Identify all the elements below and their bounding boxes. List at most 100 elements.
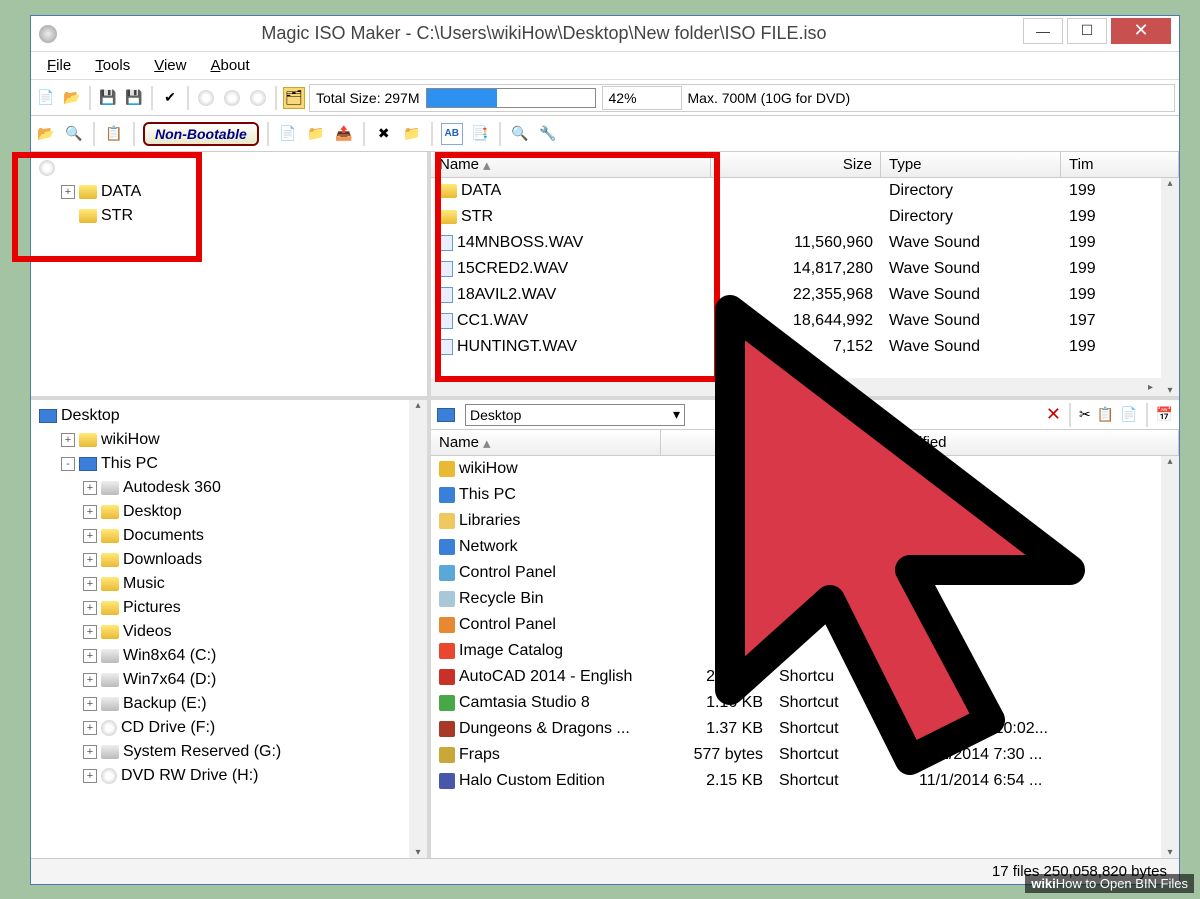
save-icon[interactable]: 💾 [97, 87, 119, 109]
close-button[interactable]: ✕ [1111, 18, 1171, 44]
hscrollbar[interactable]: ▸ [431, 378, 1161, 396]
copy-icon[interactable]: 📋 [1097, 406, 1114, 423]
table-row[interactable]: CC1.WAV18,644,992Wave Sound197 [431, 308, 1179, 334]
new-icon[interactable]: 📄 [35, 87, 57, 109]
maximize-button[interactable]: ☐ [1067, 18, 1107, 44]
fs-tree-item[interactable]: +Music [39, 572, 427, 596]
fs-tree-item[interactable]: +DVD RW Drive (H:) [39, 764, 427, 788]
table-row[interactable]: Control Panel [431, 560, 1179, 586]
fs-tree-item[interactable]: +Win7x64 (D:) [39, 668, 427, 692]
view-icon[interactable]: 📅 [1156, 406, 1173, 423]
col-time[interactable]: Tim [1061, 152, 1179, 177]
iso-tree-item[interactable]: STR [39, 204, 427, 228]
fs-tree-item[interactable]: +Pictures [39, 596, 427, 620]
col-size[interactable]: ↖Size [661, 430, 771, 455]
expand-icon[interactable]: + [83, 601, 97, 615]
delete-icon[interactable]: ✖ [373, 123, 395, 145]
table-row[interactable]: 18AVIL2.WAV22,355,968Wave Sound199 [431, 282, 1179, 308]
table-row[interactable]: DATADirectory199 [431, 178, 1179, 204]
expand-icon[interactable]: + [83, 505, 97, 519]
expand-icon[interactable]: + [83, 481, 97, 495]
location-combo[interactable]: Desktop [465, 404, 685, 426]
fs-tree-item[interactable]: +wikiHow [39, 428, 427, 452]
check-icon[interactable]: ✔ [159, 87, 181, 109]
iso-tree-root[interactable] [39, 156, 427, 180]
table-row[interactable]: Control Panel [431, 612, 1179, 638]
cut-icon[interactable]: ✂ [1079, 406, 1091, 423]
table-row[interactable]: STRDirectory199 [431, 204, 1179, 230]
fs-tree-root[interactable]: Desktop [39, 404, 427, 428]
fs-tree-item[interactable]: +Win8x64 (C:) [39, 644, 427, 668]
paste-icon[interactable]: 📄 [1120, 406, 1137, 423]
expand-icon[interactable]: + [83, 553, 97, 567]
col-type[interactable]: Type [881, 152, 1061, 177]
table-row[interactable]: wikiHow [431, 456, 1179, 482]
disc-icon[interactable] [195, 87, 217, 109]
menu-file[interactable]: File [37, 55, 81, 76]
table-row[interactable]: Image Catalog [431, 638, 1179, 664]
table-row[interactable]: Camtasia Studio 81.16 KBShortcut11/1/2 [431, 690, 1179, 716]
fs-tree-item[interactable]: +Backup (E:) [39, 692, 427, 716]
disc3-icon[interactable] [247, 87, 269, 109]
up-icon[interactable]: 📂 [35, 123, 57, 145]
newfolder-icon[interactable]: 📁 [401, 123, 423, 145]
expand-icon[interactable]: + [83, 697, 97, 711]
expand-icon[interactable]: + [83, 769, 97, 783]
expand-icon[interactable]: + [83, 625, 97, 639]
table-row[interactable]: HUNTINGT.WAV7,152Wave Sound199 [431, 334, 1179, 360]
expand-icon[interactable]: + [83, 649, 97, 663]
fs-tree-item[interactable]: +Downloads [39, 548, 427, 572]
expand-icon[interactable]: - [61, 457, 75, 471]
add-folder-icon[interactable]: 📁 [305, 123, 327, 145]
table-row[interactable]: AutoCAD 2014 - English2.07 KBShortcu11/2 [431, 664, 1179, 690]
fs-tree-item[interactable]: +Videos [39, 620, 427, 644]
col-type[interactable] [771, 430, 911, 455]
table-row[interactable]: Dungeons & Dragons ...1.37 KBShortcut12/… [431, 716, 1179, 742]
search-icon[interactable]: 🔍 [63, 123, 85, 145]
find-icon[interactable]: 🔍 [509, 123, 531, 145]
vscrollbar[interactable]: ▴▾ [409, 400, 427, 858]
delete-icon[interactable]: ✕ [1046, 404, 1061, 425]
expand-icon[interactable]: + [83, 673, 97, 687]
fs-tree-item[interactable]: +Documents [39, 524, 427, 548]
extract-icon[interactable]: 📤 [333, 123, 355, 145]
fs-tree-item[interactable]: -This PC [39, 452, 427, 476]
table-row[interactable]: Halo Custom Edition2.15 KBShortcut11/1/2… [431, 768, 1179, 794]
expand-icon[interactable]: + [83, 529, 97, 543]
vscrollbar[interactable]: ▴▾ [1161, 456, 1179, 858]
table-row[interactable]: Libraries [431, 508, 1179, 534]
bootable-badge[interactable]: Non-Bootable [143, 122, 259, 146]
expand-icon[interactable]: + [61, 185, 75, 199]
folders-icon[interactable]: 🗂 [283, 87, 305, 109]
table-row[interactable]: Fraps577 bytesShortcut11/1/2014 7:30 ... [431, 742, 1179, 768]
minimize-button[interactable]: — [1023, 18, 1063, 44]
fs-tree-item[interactable]: +CD Drive (F:) [39, 716, 427, 740]
fs-tree-item[interactable]: +System Reserved (G:) [39, 740, 427, 764]
col-modified[interactable]: ified [911, 430, 1179, 455]
expand-icon[interactable]: + [83, 745, 97, 759]
table-row[interactable]: Network [431, 534, 1179, 560]
table-row[interactable]: 14MNBOSS.WAV11,560,960Wave Sound199 [431, 230, 1179, 256]
menu-tools[interactable]: Tools [85, 55, 140, 76]
expand-icon[interactable]: + [61, 433, 75, 447]
fs-tree-item[interactable]: +Desktop [39, 500, 427, 524]
table-row[interactable]: 15CRED2.WAV14,817,280Wave Sound199 [431, 256, 1179, 282]
disc2-icon[interactable] [221, 87, 243, 109]
expand-icon[interactable]: + [83, 721, 97, 735]
add-file-icon[interactable]: 📄 [277, 123, 299, 145]
prop-icon[interactable]: 📋 [103, 123, 125, 145]
vscrollbar[interactable]: ▴▾ [1161, 178, 1179, 396]
tool-icon[interactable]: 🔧 [537, 123, 559, 145]
refresh-icon[interactable]: 📑 [469, 123, 491, 145]
col-size[interactable]: Size [711, 152, 881, 177]
table-row[interactable]: This PC [431, 482, 1179, 508]
menu-view[interactable]: View [144, 55, 196, 76]
col-name[interactable]: Name ▴ [431, 430, 661, 455]
menu-about[interactable]: About [200, 55, 259, 76]
table-row[interactable]: Recycle Bin [431, 586, 1179, 612]
iso-tree-item[interactable]: +DATA [39, 180, 427, 204]
saveas-icon[interactable]: 💾 [123, 87, 145, 109]
rename-icon[interactable]: AB [441, 123, 463, 145]
open-icon[interactable]: 📂 [61, 87, 83, 109]
col-name[interactable]: Name ▴ [431, 152, 711, 177]
